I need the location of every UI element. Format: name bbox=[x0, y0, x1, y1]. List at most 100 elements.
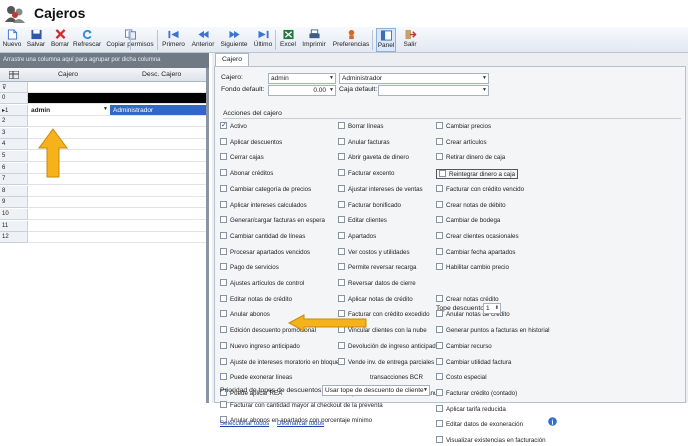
checkbox-box[interactable] bbox=[220, 310, 227, 318]
checkbox-col2-8[interactable]: Ver costos y utilidades bbox=[338, 247, 410, 258]
checkbox-box[interactable] bbox=[220, 294, 227, 302]
table-row[interactable] bbox=[28, 232, 206, 244]
table-row[interactable] bbox=[28, 197, 206, 209]
checkbox-col3-13[interactable]: Cambiar recurso bbox=[436, 341, 492, 352]
checkbox-col1-16[interactable]: Puede exonerar líneas bbox=[220, 373, 292, 383]
checkbox-col1-9[interactable]: Pago de servicios bbox=[220, 263, 279, 273]
toolbar-button-nuevo[interactable]: Nuevo bbox=[1, 28, 23, 52]
column-header-desc-cajero[interactable]: Desc. Cajero bbox=[142, 71, 181, 78]
checkbox-col1-11[interactable]: Editar notas de crédito bbox=[220, 294, 292, 305]
checkbox-box[interactable] bbox=[220, 279, 227, 286]
table-row[interactable] bbox=[28, 116, 206, 128]
cajero-desc-select[interactable]: Administrador ▼ bbox=[339, 73, 489, 84]
select-all-link[interactable]: Seleccionar todos bbox=[220, 420, 269, 427]
checkbox-box[interactable] bbox=[338, 200, 345, 208]
toolbar-button-excel[interactable]: Excel bbox=[278, 28, 298, 52]
checkbox-col3-9[interactable]: Habilitar cambio precio bbox=[436, 263, 509, 273]
checkbox-col2-1[interactable]: Anular facturas bbox=[338, 137, 390, 148]
checkbox-box[interactable] bbox=[220, 184, 227, 192]
checkbox-box[interactable] bbox=[436, 294, 443, 302]
checkbox-col3-4[interactable]: Facturar con crédito vencido bbox=[436, 184, 524, 195]
checkbox-box[interactable] bbox=[338, 137, 345, 145]
checkbox-box[interactable] bbox=[220, 216, 227, 224]
checkbox-box[interactable] bbox=[220, 401, 227, 408]
row-indicator[interactable]: 10 bbox=[0, 209, 28, 220]
checkbox-box[interactable] bbox=[338, 294, 345, 302]
checkbox-box[interactable] bbox=[220, 247, 227, 255]
deselect-all-link[interactable]: Desmarcar todos bbox=[277, 420, 324, 427]
checkbox-col1-3[interactable]: Abonar créditos bbox=[220, 169, 273, 179]
filter-row[interactable] bbox=[28, 82, 206, 93]
toolbar-button-imprimir[interactable]: Imprimir bbox=[301, 28, 327, 52]
fondo-default-input[interactable]: 0.00 ▼ bbox=[268, 85, 336, 96]
checkbox-box[interactable] bbox=[220, 169, 227, 177]
toolbar-button--ltimo[interactable]: Último bbox=[251, 28, 275, 52]
checkbox-col1-1[interactable]: Aplicar descuentos bbox=[220, 137, 282, 148]
cajero-select[interactable]: admin ▼ bbox=[268, 73, 336, 84]
checkbox-col2-4[interactable]: Ajustar intereses de ventas bbox=[338, 184, 423, 195]
checkbox-col2-6[interactable]: Editar clientes bbox=[338, 216, 387, 226]
checkbox-col2-16[interactable]: transacciones BCR bbox=[370, 373, 423, 383]
checkbox-box[interactable] bbox=[436, 373, 443, 381]
checkbox-col1-14[interactable]: Nuevo ingreso anticipado bbox=[220, 341, 300, 352]
info-icon[interactable]: i bbox=[548, 417, 557, 426]
toolbar-button-panel[interactable]: Panel bbox=[376, 28, 396, 52]
checkbox-box[interactable] bbox=[220, 121, 227, 130]
tope-descuento-spinner[interactable]: 1 ⬍ bbox=[483, 303, 501, 314]
checkbox-col2-11[interactable]: Aplicar notas de crédito bbox=[338, 294, 413, 305]
checkbox-box[interactable] bbox=[338, 122, 345, 129]
row-indicator[interactable]: ▸1 bbox=[0, 104, 28, 116]
toolbar-button-salir[interactable]: Salir bbox=[400, 28, 420, 52]
checkbox-col2-2[interactable]: Abrir gaveta de dinero bbox=[338, 153, 409, 163]
checkbox-box[interactable] bbox=[220, 373, 227, 381]
checkbox-col3-14[interactable]: Cambiar utilidad factura bbox=[436, 357, 511, 368]
chevron-down-icon[interactable]: ▼ bbox=[329, 87, 334, 93]
checkbox-col3-7[interactable]: Crear clientes ocasionales bbox=[436, 231, 519, 242]
checkbox-box[interactable] bbox=[436, 153, 443, 161]
toolbar-button-salvar[interactable]: Salvar bbox=[25, 28, 47, 52]
checkbox-box[interactable] bbox=[436, 341, 443, 349]
table-row[interactable] bbox=[28, 186, 206, 197]
toolbar-button-preferencias[interactable]: Preferencias bbox=[330, 28, 372, 52]
checkbox-box[interactable] bbox=[439, 170, 446, 178]
checkbox-box[interactable] bbox=[338, 231, 345, 239]
checkbox-box[interactable] bbox=[338, 263, 345, 271]
filter-row-indicator[interactable]: ⊽ bbox=[0, 82, 28, 93]
checkbox-box[interactable] bbox=[338, 247, 345, 255]
tab-cajero[interactable]: Cajero bbox=[215, 53, 250, 66]
checkbox-col1-6[interactable]: Generar/cargar facturas en espera bbox=[220, 216, 325, 226]
checkbox-box[interactable] bbox=[220, 263, 227, 271]
checkbox-col3-12[interactable]: Generar puntos a facturas en historial bbox=[436, 326, 550, 336]
checkbox-box[interactable] bbox=[338, 216, 345, 224]
table-row[interactable] bbox=[28, 93, 206, 104]
table-row[interactable] bbox=[28, 209, 206, 220]
toolbar-button-refrescar[interactable]: Refrescar bbox=[73, 28, 101, 52]
checkbox-box[interactable] bbox=[436, 216, 443, 224]
checkbox-box[interactable] bbox=[338, 184, 345, 192]
checkbox-col3-15[interactable]: Costo especial bbox=[436, 373, 487, 383]
toolbar-button-anterior[interactable]: Anterior bbox=[189, 28, 217, 52]
toolbar-button-borrar[interactable]: Borrar bbox=[49, 28, 71, 52]
checkbox-box[interactable] bbox=[338, 169, 345, 177]
checkbox-box[interactable] bbox=[338, 341, 345, 349]
checkbox-col3-0[interactable]: Cambiar precios bbox=[436, 122, 491, 132]
checkbox-box[interactable] bbox=[436, 420, 443, 428]
checkbox-box[interactable] bbox=[436, 263, 443, 271]
checkbox-col2-15[interactable]: Vende inv. de entrega parciales bbox=[338, 357, 434, 368]
checkbox-col3-18[interactable]: Editar datos de exoneración bbox=[436, 420, 523, 430]
checkbox-col2-9[interactable]: Permite reversar recarga bbox=[338, 263, 416, 273]
checkbox-col2-14[interactable]: Devolución de ingreso anticipado bbox=[338, 341, 439, 352]
checkbox-col3-1[interactable]: Crear artículos bbox=[436, 137, 487, 148]
row-indicator[interactable]: 6 bbox=[0, 162, 28, 174]
row-indicator[interactable]: 4 bbox=[0, 139, 28, 151]
chevron-down-icon[interactable]: ▼ bbox=[423, 387, 428, 393]
checkbox-col1-4[interactable]: Cambiar categoría de precios bbox=[220, 184, 311, 195]
spinner-icon[interactable]: ⬍ bbox=[495, 305, 499, 311]
checkbox-col3-6[interactable]: Cambiar de bodega bbox=[436, 216, 500, 226]
row-indicator[interactable]: 7 bbox=[0, 174, 28, 186]
toolbar-button-primero[interactable]: Primero bbox=[160, 28, 187, 52]
checkbox-box[interactable] bbox=[436, 388, 443, 396]
row-indicator[interactable]: 2 bbox=[0, 116, 28, 128]
chevron-down-icon[interactable]: ▼ bbox=[482, 75, 487, 81]
chevron-down-icon[interactable]: ▼ bbox=[103, 106, 108, 112]
